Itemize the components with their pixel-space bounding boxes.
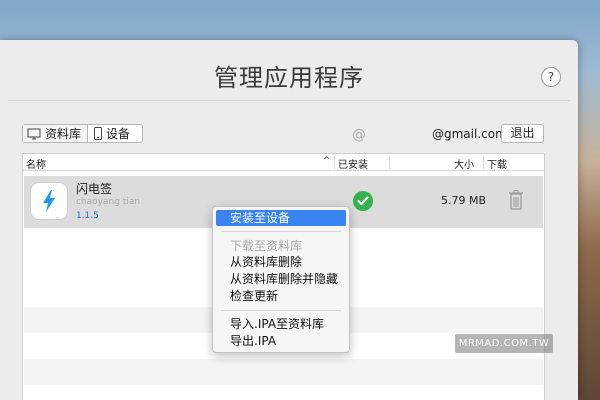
monitor-icon [27, 128, 41, 139]
menu-item-import-ipa[interactable]: 导入.IPA至资料库 [216, 316, 346, 332]
segment-device[interactable]: 设备 [88, 125, 142, 142]
menu-item-delete-and-hide[interactable]: 从资料库删除并隐藏 [216, 271, 346, 287]
column-header-name[interactable]: 名称 [26, 156, 46, 171]
column-separator [483, 156, 484, 169]
context-menu: 安装至设备 下载至资料库 从资料库删除 从资料库删除并隐藏 检查更新 导入.IP… [212, 206, 350, 353]
menu-separator [221, 231, 341, 232]
segment-device-label: 设备 [106, 127, 131, 141]
column-header-size[interactable]: 大小 [454, 156, 474, 171]
phone-icon [94, 127, 102, 140]
app-name: 闪电签 [76, 182, 113, 196]
watermark-text: MRMAD.COM.TW [455, 334, 553, 353]
installed-check-icon [353, 191, 373, 211]
title-divider [8, 100, 570, 101]
menu-item-install-to-device[interactable]: 安装至设备 [216, 210, 346, 226]
empty-row [24, 359, 543, 385]
segment-library[interactable]: 资料库 [23, 125, 88, 142]
menu-item-download-to-library: 下载至资料库 [230, 239, 303, 253]
menu-item-export-ipa[interactable]: 导出.IPA [216, 333, 346, 349]
at-icon: @ [352, 127, 366, 143]
segment-library-label: 资料库 [45, 127, 82, 141]
menu-separator [221, 310, 341, 311]
logout-button[interactable]: 退出 [501, 124, 544, 143]
menu-item-delete-from-library[interactable]: 从资料库删除 [216, 254, 346, 270]
column-separator [334, 156, 335, 169]
account-email: @gmail.com [432, 127, 507, 141]
menu-item-check-updates[interactable]: 检查更新 [216, 288, 346, 304]
page-title: 管理应用程序 [214, 64, 364, 92]
app-size: 5.79 MB [441, 194, 487, 207]
lightning-icon [43, 190, 55, 212]
help-button[interactable]: ? [541, 67, 561, 87]
app-icon [30, 182, 68, 220]
app-version: 1.1.5 [76, 211, 99, 221]
app-author: chaoyang tian [76, 197, 141, 207]
sort-ascending-icon[interactable]: ^ [323, 156, 331, 166]
table-header: 名称 ^ 已安装 大小 下载 [23, 154, 544, 171]
column-header-installed[interactable]: 已安装 [338, 156, 368, 171]
column-separator [389, 156, 390, 169]
column-header-download[interactable]: 下载 [487, 156, 507, 171]
source-segmented-control: 资料库 设备 [22, 124, 143, 143]
trash-icon[interactable] [508, 189, 524, 211]
